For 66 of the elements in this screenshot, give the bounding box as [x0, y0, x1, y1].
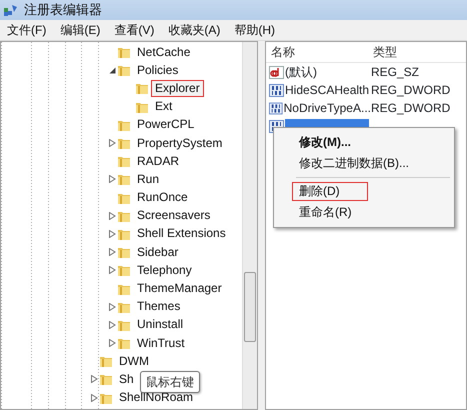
tree-item[interactable]: RunOnce [133, 189, 192, 206]
expand-arrow-icon[interactable] [108, 175, 116, 184]
tree-item[interactable]: Explorer [151, 80, 204, 97]
tree-item[interactable]: NetCache [133, 44, 194, 61]
expand-arrow-icon[interactable] [108, 248, 116, 256]
tree-item[interactable]: Sh [115, 370, 138, 388]
value-type: REG_DWORD [371, 100, 450, 117]
folder-icon [117, 336, 131, 350]
expand-arrow-icon[interactable] [90, 375, 98, 384]
menu-item[interactable]: 修改二进制数据(B)... [292, 154, 416, 173]
expand-arrow-icon[interactable] [90, 394, 98, 402]
value-type: REG_DWORD [371, 82, 450, 99]
tree-item[interactable]: Themes [133, 298, 184, 316]
menu-item[interactable]: 编辑(E) [53, 21, 108, 39]
collapse-arrow-icon[interactable] [108, 66, 116, 74]
folder-icon [117, 263, 131, 278]
expand-arrow-icon[interactable] [108, 320, 116, 329]
folder-icon [117, 45, 131, 60]
expand-arrow-icon[interactable] [108, 302, 116, 311]
folder-icon [117, 172, 131, 186]
tooltip: 鼠标右键 [140, 371, 200, 393]
scroll-thumb[interactable] [244, 272, 256, 342]
expand-arrow-icon[interactable] [108, 212, 116, 220]
expand-arrow-icon[interactable] [108, 266, 116, 274]
binary-value-icon [269, 102, 283, 114]
expand-arrow-icon[interactable] [108, 230, 116, 238]
folder-icon [99, 372, 113, 386]
folder-icon [117, 63, 131, 78]
tree-item[interactable]: Screensavers [133, 207, 214, 224]
string-value-icon [269, 66, 284, 78]
expand-arrow-icon[interactable] [108, 339, 116, 348]
value-name[interactable]: NoDriveTypeA... [284, 99, 371, 117]
tree-item[interactable]: Sidebar [133, 244, 182, 261]
menu-item[interactable]: 重命名(R) [292, 203, 359, 222]
tree-item[interactable]: DWM [115, 352, 153, 370]
tree-item[interactable]: Uninstall [133, 316, 188, 334]
tree-item[interactable]: RADAR [133, 152, 184, 170]
value-name[interactable]: (默认) [285, 63, 317, 81]
registry-icon [3, 3, 19, 17]
menu-item[interactable]: 文件(F) [0, 21, 54, 39]
menu-item[interactable]: 收藏夹(A) [161, 21, 228, 39]
tree-item[interactable]: Ext [151, 98, 176, 116]
tree-item[interactable]: PowerCPL [133, 116, 198, 134]
menu-item[interactable]: 删除(D) [292, 182, 368, 201]
window-title: 注册表编辑器 [24, 1, 102, 20]
value-type: REG_SZ [371, 64, 420, 81]
binary-value-icon [269, 84, 284, 96]
tree-item[interactable]: Policies [133, 62, 182, 79]
tree-item[interactable]: Telephony [133, 262, 196, 279]
tree-item[interactable]: ThemeManager [133, 280, 226, 298]
folder-icon [117, 136, 131, 150]
folder-icon [117, 154, 131, 168]
menu-item[interactable]: 帮助(H) [227, 21, 282, 39]
folder-icon [99, 354, 113, 368]
tree-item[interactable]: Shell Extensions [133, 225, 230, 242]
column-header[interactable]: 类型 [368, 43, 397, 61]
tree-item[interactable]: PropertySystem [133, 134, 226, 152]
folder-icon [135, 81, 149, 96]
tree-item[interactable]: WinTrust [133, 334, 189, 352]
menu-item[interactable]: 查看(V) [107, 21, 162, 39]
value-name[interactable]: HideSCAHealth [285, 81, 370, 99]
column-header[interactable]: 名称 [266, 43, 368, 61]
menu-item[interactable]: 修改(M)... [292, 133, 358, 152]
folder-icon [117, 245, 131, 260]
expand-arrow-icon[interactable] [108, 139, 116, 148]
tree-item[interactable]: Run [133, 170, 164, 188]
